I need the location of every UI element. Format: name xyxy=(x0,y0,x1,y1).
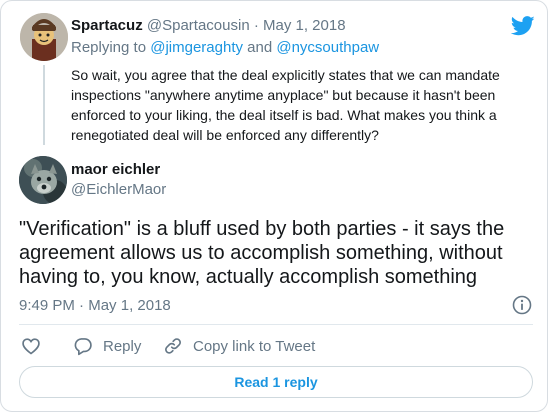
header-separator: · xyxy=(253,17,259,34)
parent-avatar[interactable] xyxy=(20,13,68,61)
replying-conjunction: and xyxy=(247,39,273,56)
main-handle[interactable]: @EichlerMaor xyxy=(71,181,166,199)
parent-display-name[interactable]: Spartacuz xyxy=(71,17,143,34)
embedded-tweet-card: Spartacuz @Spartacousin · May 1, 2018 Re… xyxy=(0,0,548,412)
replying-user-link-2[interactable]: @nycsouthpaw xyxy=(276,39,379,56)
replying-prefix: Replying to xyxy=(71,39,147,56)
tweet-date: May 1, 2018 xyxy=(88,297,171,314)
link-icon xyxy=(165,338,181,354)
parent-date[interactable]: May 1, 2018 xyxy=(263,17,346,34)
like-button[interactable] xyxy=(21,336,41,356)
info-icon[interactable] xyxy=(512,295,532,315)
reply-button[interactable]: Reply xyxy=(73,336,141,356)
replying-user-link-1[interactable]: @jimgeraghty xyxy=(150,39,243,56)
parent-tweet-header: Spartacuz @Spartacousin · May 1, 2018 xyxy=(71,17,346,35)
parent-tweet-text: So wait, you agree that the deal explici… xyxy=(71,67,500,143)
reply-bubble-icon xyxy=(74,338,92,356)
twitter-bird-icon[interactable] xyxy=(510,16,535,36)
copy-link-button[interactable]: Copy link to Tweet xyxy=(163,336,315,356)
main-tweet-text: "Verification" is a bluff used by both p… xyxy=(19,218,505,288)
read-replies-button[interactable]: Read 1 reply xyxy=(19,366,533,398)
thread-connector-line xyxy=(43,65,45,145)
actions-divider xyxy=(19,324,533,325)
copy-link-label: Copy link to Tweet xyxy=(193,337,316,355)
main-avatar[interactable] xyxy=(19,156,67,204)
tweet-time: 9:49 PM xyxy=(19,297,75,314)
reply-label: Reply xyxy=(103,337,142,355)
heart-icon xyxy=(22,338,40,355)
main-tweet-timestamp[interactable]: 9:49 PM · May 1, 2018 xyxy=(19,297,171,315)
replying-to-line: Replying to @jimgeraghty and @nycsouthpa… xyxy=(71,39,379,57)
read-replies-label: Read 1 reply xyxy=(234,374,318,390)
main-display-name[interactable]: maor eichler xyxy=(71,161,160,179)
timestamp-separator: · xyxy=(79,297,85,314)
parent-handle[interactable]: @Spartacousin xyxy=(147,17,250,34)
